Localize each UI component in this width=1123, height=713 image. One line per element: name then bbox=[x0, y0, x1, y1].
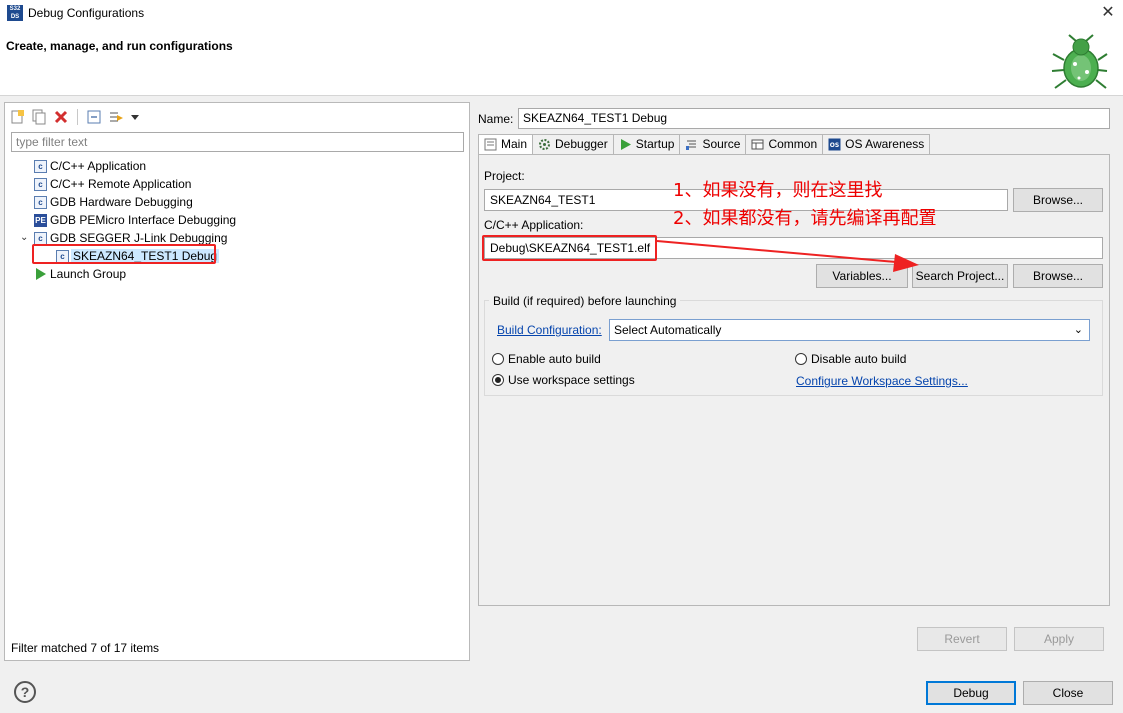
configuration-detail-panel: Name: SKEAZN64_TEST1 Debug Main Debugger… bbox=[474, 102, 1118, 661]
chevron-down-icon[interactable]: ⌄ bbox=[20, 229, 28, 247]
title-bar: S32 DS Debug Configurations ✕ bbox=[0, 0, 1123, 28]
radio-label: Use workspace settings bbox=[508, 373, 635, 387]
annotation-line-2: 2、如果都没有，请先编译再配置 bbox=[673, 208, 937, 229]
startup-play-icon bbox=[620, 139, 631, 150]
tree-item-label: GDB PEMicro Interface Debugging bbox=[50, 213, 237, 227]
filter-configs-icon[interactable] bbox=[108, 109, 124, 125]
tab-label: Common bbox=[768, 137, 818, 151]
main-tab-body: Project: SKEAZN64_TEST1 Browse... C/C++ … bbox=[478, 154, 1110, 606]
tab-label: Debugger bbox=[555, 137, 608, 151]
window-title: Debug Configurations bbox=[28, 6, 145, 20]
tree-item-gdb-pemicro[interactable]: PE GDB PEMicro Interface Debugging bbox=[13, 211, 236, 229]
use-workspace-settings-radio[interactable]: Use workspace settings bbox=[492, 373, 635, 387]
tree-item-label: C/C++ Remote Application bbox=[50, 177, 192, 191]
source-icon bbox=[686, 140, 697, 150]
config-toolbar bbox=[9, 107, 140, 127]
browse-project-button[interactable]: Browse... bbox=[1013, 188, 1103, 212]
launch-group-icon bbox=[36, 268, 46, 280]
name-label: Name: bbox=[478, 112, 514, 126]
project-label: Project: bbox=[484, 169, 525, 183]
filter-status: Filter matched 7 of 17 items bbox=[11, 641, 160, 655]
tab-os-awareness[interactable]: OS OS Awareness bbox=[822, 134, 931, 154]
configuration-list-panel: type filter text c C/C++ Application c C… bbox=[4, 102, 470, 661]
close-window-icon[interactable]: ✕ bbox=[1099, 3, 1117, 23]
tab-label: Main bbox=[501, 137, 528, 151]
pemicro-icon: PE bbox=[34, 214, 47, 227]
application-label: C/C++ Application: bbox=[484, 218, 584, 232]
build-configuration-link[interactable]: Build Configuration: bbox=[497, 323, 602, 337]
build-configuration-value: Select Automatically bbox=[614, 323, 722, 337]
application-highlight-box bbox=[482, 235, 657, 261]
toolbar-separator bbox=[77, 109, 78, 125]
disable-auto-build-radio[interactable]: Disable auto build bbox=[795, 352, 906, 366]
tab-label: Source bbox=[702, 137, 741, 151]
collapse-all-icon[interactable] bbox=[86, 109, 102, 125]
tab-main[interactable]: Main bbox=[478, 134, 534, 155]
radio-circle bbox=[795, 353, 807, 365]
tree-item-label: GDB Hardware Debugging bbox=[50, 195, 193, 209]
enable-auto-build-radio[interactable]: Enable auto build bbox=[492, 352, 601, 366]
annotation-line-1: 1、如果没有，则在这里找 bbox=[673, 180, 883, 201]
configure-workspace-settings-link[interactable]: Configure Workspace Settings... bbox=[796, 374, 968, 388]
c-config-icon: c bbox=[34, 178, 47, 191]
tab-source[interactable]: Source bbox=[679, 134, 747, 154]
s32ds-app-icon: S32 DS bbox=[7, 5, 23, 21]
apply-button[interactable]: Apply bbox=[1014, 627, 1104, 651]
radio-label: Enable auto build bbox=[508, 352, 601, 366]
build-configuration-select[interactable]: Select Automatically ⌄ bbox=[609, 319, 1090, 341]
view-menu-chevron-icon[interactable] bbox=[130, 109, 140, 125]
browse-application-button[interactable]: Browse... bbox=[1013, 264, 1103, 288]
os-awareness-icon: OS bbox=[828, 138, 841, 151]
radio-label: Disable auto build bbox=[811, 352, 907, 366]
tab-label: Startup bbox=[635, 137, 675, 151]
main-tab-icon bbox=[484, 138, 497, 151]
debug-button[interactable]: Debug bbox=[926, 681, 1016, 705]
page-title: Create, manage, and run configurations bbox=[6, 39, 233, 53]
tree-item-gdb-hardware[interactable]: c GDB Hardware Debugging bbox=[13, 193, 236, 211]
build-group-title: Build (if required) before launching bbox=[489, 294, 681, 308]
tree-item-label: Launch Group bbox=[50, 267, 127, 281]
tree-item-launch-group[interactable]: Launch Group bbox=[13, 265, 236, 283]
radio-circle-selected bbox=[492, 374, 504, 386]
common-icon bbox=[751, 139, 764, 150]
tab-common[interactable]: Common bbox=[745, 134, 824, 154]
delete-config-icon[interactable] bbox=[53, 109, 69, 125]
help-icon[interactable]: ? bbox=[14, 681, 36, 703]
header-banner: Create, manage, and run configurations bbox=[0, 28, 1123, 96]
debugger-gear-icon bbox=[539, 139, 551, 150]
tree-item-c-remote-application[interactable]: c C/C++ Remote Application bbox=[13, 175, 236, 193]
duplicate-config-icon[interactable] bbox=[31, 109, 47, 125]
selected-config-highlight bbox=[32, 244, 216, 264]
c-config-icon: c bbox=[34, 160, 47, 173]
annotation-arrow bbox=[656, 240, 919, 272]
close-button[interactable]: Close bbox=[1023, 681, 1113, 705]
new-config-icon[interactable] bbox=[9, 109, 25, 125]
revert-button[interactable]: Revert bbox=[917, 627, 1007, 651]
tab-startup[interactable]: Startup bbox=[612, 134, 681, 154]
tree-item-label: C/C++ Application bbox=[50, 159, 147, 173]
radio-circle bbox=[492, 353, 504, 365]
filter-input[interactable]: type filter text bbox=[11, 132, 464, 152]
name-field[interactable]: SKEAZN64_TEST1 Debug bbox=[518, 108, 1110, 129]
tab-debugger[interactable]: Debugger bbox=[532, 134, 614, 154]
configuration-tree: c C/C++ Application c C/C++ Remote Appli… bbox=[13, 157, 236, 283]
tree-item-label: GDB SEGGER J-Link Debugging bbox=[50, 231, 228, 245]
svg-text:OS: OS bbox=[830, 142, 839, 149]
tab-label: OS Awareness bbox=[845, 137, 925, 151]
tree-item-c-application[interactable]: c C/C++ Application bbox=[13, 157, 236, 175]
bug-icon bbox=[1051, 34, 1108, 89]
config-tabs: Main Debugger Startup Source Common OS O… bbox=[478, 134, 931, 155]
chevron-down-icon: ⌄ bbox=[1073, 324, 1083, 336]
c-config-icon: c bbox=[34, 196, 47, 209]
